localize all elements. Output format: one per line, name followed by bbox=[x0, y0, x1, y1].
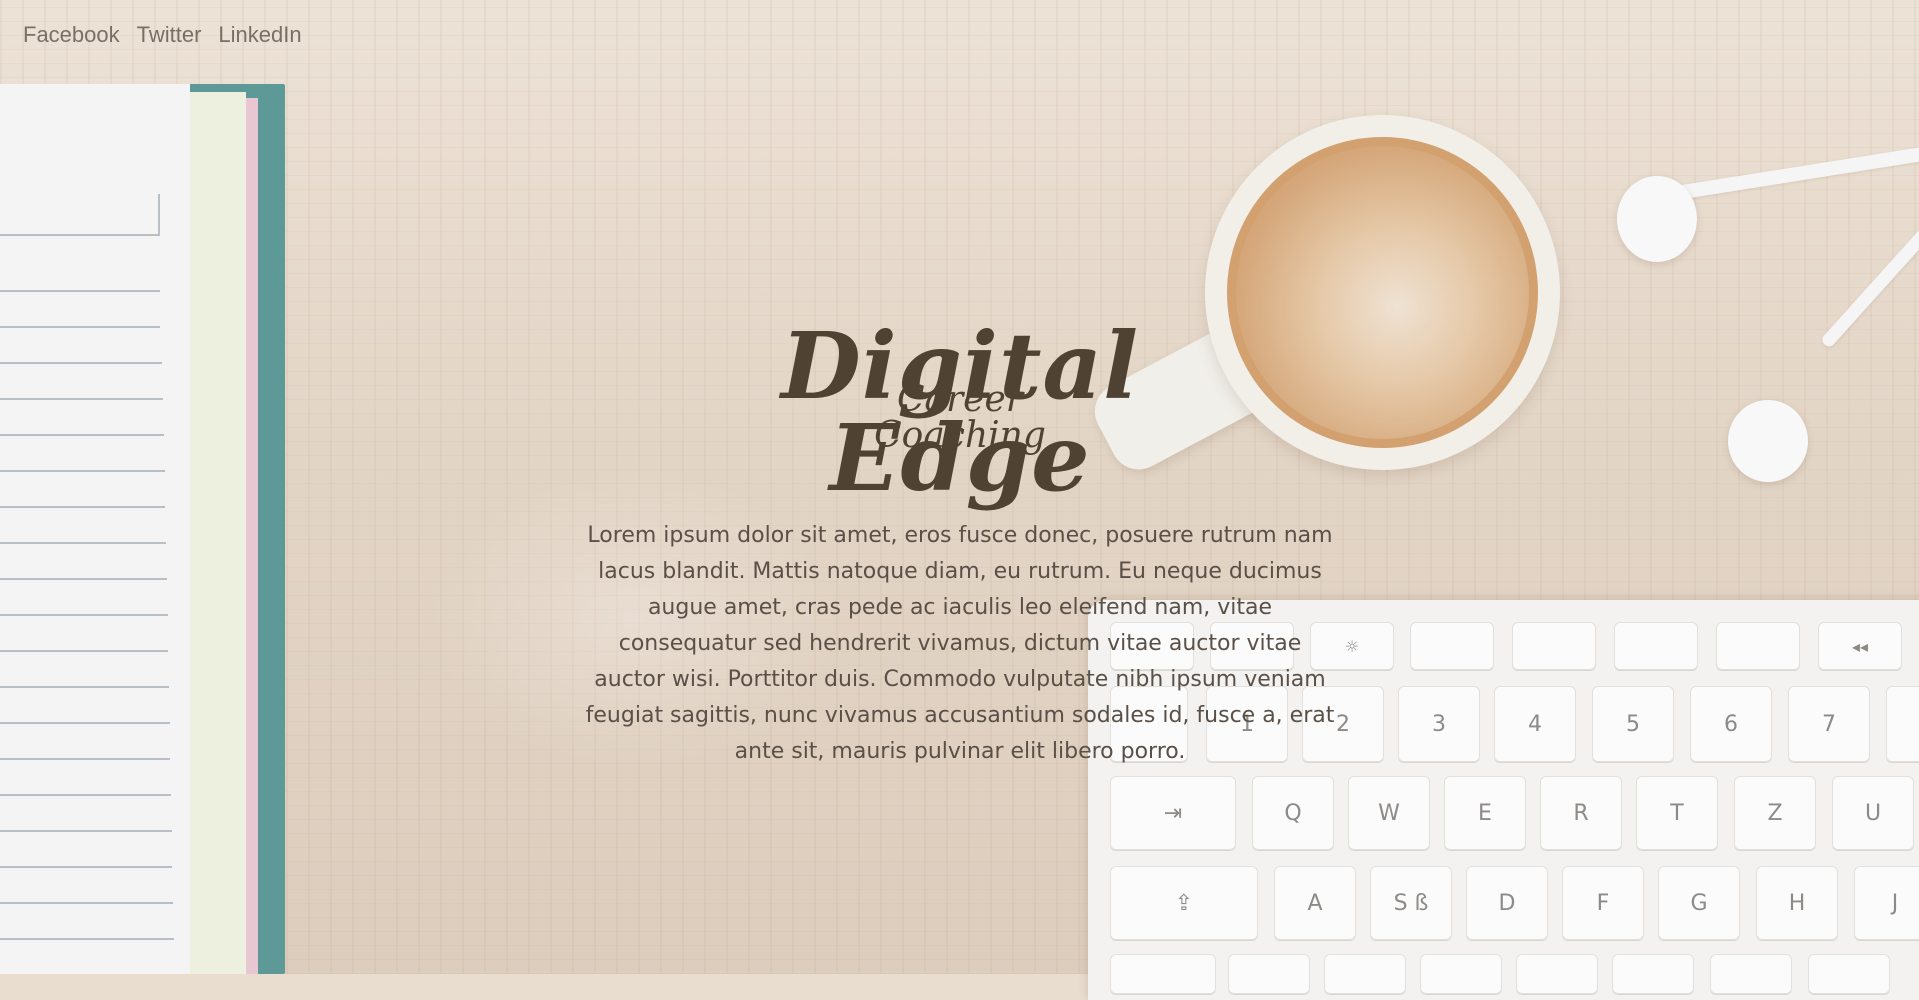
keyboard-key: 4 bbox=[1494, 686, 1576, 762]
notebook-line bbox=[0, 290, 160, 292]
keyboard-key bbox=[1228, 954, 1310, 994]
page-subtitle: Career Coaching bbox=[874, 379, 1046, 456]
notebook-line bbox=[0, 938, 174, 940]
earbud-left bbox=[1617, 176, 1697, 262]
notebook-line bbox=[0, 830, 172, 832]
notebook-line bbox=[0, 758, 170, 760]
keyboard-key: 5 bbox=[1592, 686, 1674, 762]
keyboard-key: 7 bbox=[1788, 686, 1870, 762]
keyboard-key bbox=[1710, 954, 1792, 994]
keyboard-key: W bbox=[1348, 776, 1430, 850]
notebook-line bbox=[0, 794, 171, 796]
notebook-line bbox=[0, 722, 170, 724]
keyboard-key: ⇪ bbox=[1110, 866, 1258, 940]
keyboard-key: 6 bbox=[1690, 686, 1772, 762]
keyboard-key: Q bbox=[1252, 776, 1334, 850]
keyboard-key: 3 bbox=[1398, 686, 1480, 762]
keyboard-key bbox=[1612, 954, 1694, 994]
keyboard-key: ⇥ bbox=[1110, 776, 1236, 850]
keyboard-key bbox=[1516, 954, 1598, 994]
keyboard-key: T bbox=[1636, 776, 1718, 850]
keyboard-key bbox=[1110, 954, 1216, 994]
keyboard-key bbox=[1410, 622, 1494, 670]
coffee-cup-image bbox=[1205, 115, 1560, 470]
facebook-link[interactable]: Facebook bbox=[23, 22, 120, 48]
keyboard-key bbox=[1716, 622, 1800, 670]
social-links: Facebook Twitter LinkedIn bbox=[23, 22, 302, 48]
keyboard-key: Z bbox=[1734, 776, 1816, 850]
notebook-line bbox=[0, 866, 172, 868]
keyboard-key: ◂◂ bbox=[1818, 622, 1902, 670]
keyboard-key: G bbox=[1658, 866, 1740, 940]
notebook-line bbox=[0, 650, 168, 652]
notebook-line bbox=[0, 506, 165, 508]
keyboard-key: J bbox=[1854, 866, 1919, 940]
hero-description: Lorem ipsum dolor sit amet, eros fusce d… bbox=[585, 523, 1335, 764]
keyboard-key: E bbox=[1444, 776, 1526, 850]
notebook-line bbox=[0, 542, 166, 544]
notebook-line bbox=[0, 902, 173, 904]
keyboard-key bbox=[1512, 622, 1596, 670]
notebook-line bbox=[0, 398, 163, 400]
coffee-surface bbox=[1236, 146, 1529, 439]
keyboard-key: H bbox=[1756, 866, 1838, 940]
keyboard-key bbox=[1420, 954, 1502, 994]
cup-rim bbox=[1227, 137, 1538, 448]
keyboard-key bbox=[1808, 954, 1890, 994]
notebook-line bbox=[0, 614, 168, 616]
notebook-line bbox=[0, 362, 162, 364]
keyboard-key: D bbox=[1466, 866, 1548, 940]
keyboard-key: R bbox=[1540, 776, 1622, 850]
keyboard-key: A bbox=[1274, 866, 1356, 940]
keyboard-key bbox=[1324, 954, 1406, 994]
earbud-right bbox=[1728, 400, 1808, 482]
keyboard-key: S ß bbox=[1370, 866, 1452, 940]
keyboard-key bbox=[1614, 622, 1698, 670]
notebook-line bbox=[0, 434, 164, 436]
notebook-corner-mark bbox=[0, 194, 160, 236]
notebook-line bbox=[0, 578, 167, 580]
keyboard-key: 8 bbox=[1886, 686, 1919, 762]
notebook-image bbox=[0, 84, 285, 974]
notebook-line bbox=[0, 686, 169, 688]
keyboard-key: U bbox=[1832, 776, 1914, 850]
twitter-link[interactable]: Twitter bbox=[137, 22, 202, 48]
notebook-line bbox=[0, 326, 160, 328]
notebook-line bbox=[0, 470, 165, 472]
linkedin-link[interactable]: LinkedIn bbox=[218, 22, 301, 48]
keyboard-key: F bbox=[1562, 866, 1644, 940]
